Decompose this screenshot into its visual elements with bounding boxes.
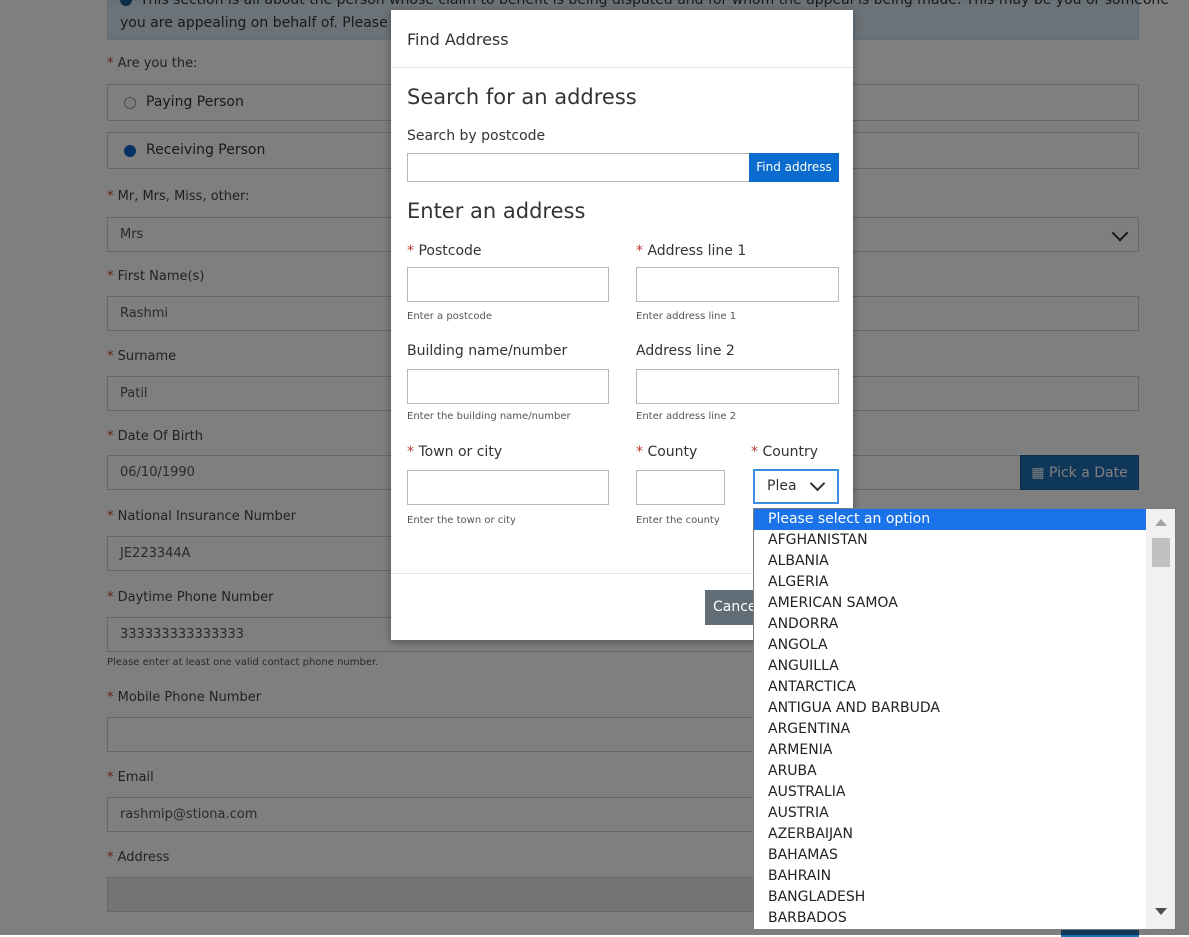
- address-line2-label: Address line 2: [636, 343, 735, 359]
- country-select[interactable]: Plea: [753, 469, 839, 504]
- building-label: Building name/number: [407, 343, 568, 359]
- chevron-down-icon: [809, 475, 826, 492]
- address-line1-input[interactable]: [636, 267, 839, 302]
- dropdown-scrollbar[interactable]: [1146, 509, 1175, 929]
- country-option[interactable]: AUSTRIA: [754, 803, 1146, 824]
- country-option[interactable]: AUSTRALIA: [754, 782, 1146, 803]
- scroll-up-arrow-icon[interactable]: [1155, 519, 1167, 526]
- country-dropdown-list[interactable]: Please select an option AFGHANISTAN ALBANI…: [753, 508, 1176, 930]
- country-option[interactable]: ALBANIA: [754, 551, 1146, 572]
- address-line1-hint: Enter address line 1: [636, 311, 737, 322]
- country-options: Please select an option AFGHANISTAN ALBANI…: [754, 509, 1146, 929]
- modal-title: Find Address: [407, 30, 509, 49]
- scrollbar-thumb[interactable]: [1152, 538, 1170, 567]
- country-option[interactable]: Please select an option: [754, 509, 1146, 530]
- town-label: * Town or city: [407, 444, 503, 460]
- country-option[interactable]: BAHRAIN: [754, 866, 1146, 887]
- country-option[interactable]: ARMENIA: [754, 740, 1146, 761]
- building-input[interactable]: [407, 369, 609, 404]
- find-address-button[interactable]: Find address: [749, 153, 839, 182]
- country-option[interactable]: ANGOLA: [754, 635, 1146, 656]
- country-option[interactable]: BANGLADESH: [754, 887, 1146, 908]
- search-heading: Search for an address: [407, 85, 637, 109]
- county-input[interactable]: [636, 470, 725, 505]
- postcode-input[interactable]: [407, 267, 609, 302]
- country-option[interactable]: ALGERIA: [754, 572, 1146, 593]
- search-postcode-input[interactable]: [407, 153, 752, 182]
- modal-header: Find Address: [391, 10, 853, 68]
- address-line2-input[interactable]: [636, 369, 839, 404]
- country-option[interactable]: BAHAMAS: [754, 845, 1146, 866]
- country-option[interactable]: ANTIGUA AND BARBUDA: [754, 698, 1146, 719]
- county-label: * County: [636, 444, 698, 460]
- address-line2-hint: Enter address line 2: [636, 411, 737, 422]
- country-option[interactable]: ANDORRA: [754, 614, 1146, 635]
- town-input[interactable]: [407, 470, 609, 505]
- country-option[interactable]: ANGUILLA: [754, 656, 1146, 677]
- enter-address-heading: Enter an address: [407, 199, 586, 223]
- country-option[interactable]: ARUBA: [754, 761, 1146, 782]
- country-option[interactable]: AMERICAN SAMOA: [754, 593, 1146, 614]
- postcode-label: * Postcode: [407, 243, 482, 259]
- country-option[interactable]: AFGHANISTAN: [754, 530, 1146, 551]
- address-line1-label: * Address line 1: [636, 243, 747, 259]
- town-hint: Enter the town or city: [407, 515, 516, 526]
- country-label: * Country: [751, 444, 819, 460]
- building-hint: Enter the building name/number: [407, 411, 571, 422]
- country-option[interactable]: ANTARCTICA: [754, 677, 1146, 698]
- country-option[interactable]: BARBADOS: [754, 908, 1146, 929]
- postcode-hint: Enter a postcode: [407, 311, 493, 322]
- county-hint: Enter the county: [636, 515, 720, 526]
- country-option[interactable]: ARGENTINA: [754, 719, 1146, 740]
- scroll-down-arrow-icon[interactable]: [1155, 908, 1167, 915]
- country-option[interactable]: AZERBAIJAN: [754, 824, 1146, 845]
- search-postcode-label: Search by postcode: [407, 128, 546, 144]
